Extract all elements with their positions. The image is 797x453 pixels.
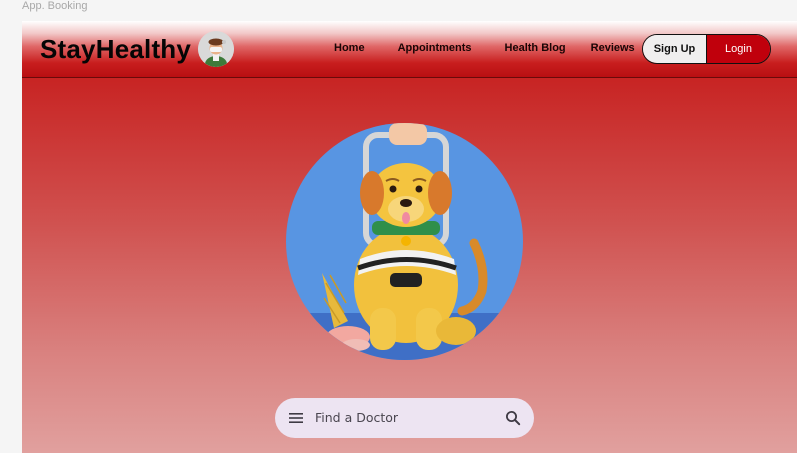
app-page: StayHealthy Home Appointments Health Blo…: [22, 21, 797, 453]
brand-name: StayHealthy: [40, 33, 192, 64]
search-input[interactable]: Find a Doctor: [315, 410, 398, 425]
login-button[interactable]: Login: [707, 35, 770, 63]
nav-health-blog-link[interactable]: Health Blog: [505, 42, 566, 54]
sign-up-button[interactable]: Sign Up: [643, 35, 707, 63]
auth-button-group: Sign Up Login: [642, 34, 771, 64]
nav-reviews-link[interactable]: Reviews: [591, 42, 635, 54]
navbar: StayHealthy Home Appointments Health Blo…: [22, 21, 797, 78]
nav-appointments-link[interactable]: Appointments: [398, 42, 472, 54]
nav-home-link[interactable]: Home: [334, 42, 365, 54]
nav-links: Home Appointments Health Blog Reviews: [334, 42, 635, 54]
magnifier-icon[interactable]: [505, 410, 521, 426]
doctor-avatar-icon: [198, 31, 235, 67]
hero-illustration: [286, 123, 523, 360]
brand[interactable]: StayHealthy: [40, 31, 235, 67]
hamburger-menu-icon[interactable]: [289, 411, 303, 425]
frame-label: App. Booking: [22, 0, 88, 12]
doctor-search-bar[interactable]: Find a Doctor: [275, 398, 534, 438]
